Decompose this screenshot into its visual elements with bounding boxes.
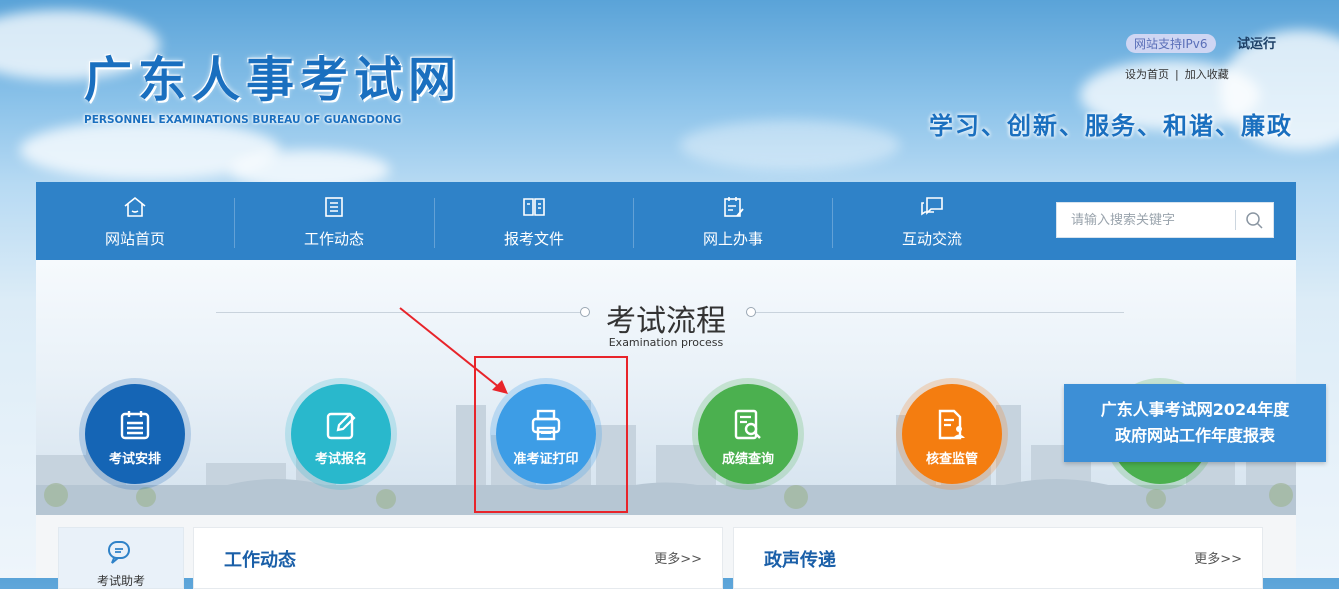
link-separator: | [1175,68,1179,81]
annual-report-banner[interactable]: 广东人事考试网2024年度 政府网站工作年度报表 [1064,384,1326,462]
step-exam-registration[interactable]: 考试报名 [285,378,397,490]
edit-icon [326,412,356,440]
step-label: 核查监管 [925,452,978,467]
add-favorite-link[interactable]: 加入收藏 [1185,68,1229,81]
exam-assist-card[interactable]: 考试助考 [58,527,184,589]
message-icon [108,541,130,564]
annotation-highlight-box [474,356,628,513]
step-exam-schedule[interactable]: 考试安排 [79,378,191,490]
exam-assist-label: 考试助考 [96,574,145,588]
book-icon [523,198,545,216]
report-title-line2: 政府网站工作年度报表 [1114,426,1275,445]
home-icon [124,196,146,217]
nav-item-label: 工作动态 [303,230,364,248]
nav-item-label: 网站首页 [104,230,165,248]
panel-title: 政声传递 [764,550,836,571]
more-link[interactable]: 更多>> [654,548,702,567]
more-link[interactable]: 更多>> [1194,548,1242,567]
panel-title: 工作动态 [224,550,296,571]
search-icon[interactable] [1241,208,1267,232]
step-label: 成绩查询 [721,452,774,467]
nav-item-exam-docs[interactable]: 报考文件 [435,182,633,260]
policy-voice-panel: 政声传递 更多>> [733,527,1263,589]
nav-item-home[interactable]: 网站首页 [36,182,234,260]
site-logo-title[interactable]: 广东人事考试网 [84,40,462,110]
step-circle: 考试报名 [291,384,391,484]
step-circle: 核查监管 [902,384,1002,484]
work-news-panel: 工作动态 更多>> [193,527,723,589]
document-search-icon [734,409,761,440]
clipboard-icon [724,197,744,217]
step-circle: 成绩查询 [698,384,798,484]
step-label: 考试报名 [314,452,367,467]
calendar-icon [120,411,150,440]
set-home-link[interactable]: 设为首页 [1125,68,1169,81]
nav-item-online-services[interactable]: 网上办事 [634,182,832,260]
process-title: 考试流程 [606,304,726,339]
step-circle: 考试安排 [85,384,185,484]
nav-item-label: 互动交流 [901,230,962,248]
nav-item-label: 报考文件 [503,230,564,248]
nav-item-work-news[interactable]: 工作动态 [235,182,433,260]
search-input[interactable] [1057,203,1263,237]
search-divider [1235,210,1236,230]
document-user-icon [938,409,965,440]
nav-item-interaction[interactable]: 互动交流 [833,182,1031,260]
site-slogan: 学习、创新、服务、和谐、廉政 [929,111,1293,140]
report-title-line1: 广东人事考试网2024年度 [1100,400,1290,419]
top-links: 设为首页 | 加入收藏 [1125,66,1229,82]
step-score-inquiry[interactable]: 成绩查询 [692,378,804,490]
process-subtitle: Examination process [608,336,724,349]
chat-icon [921,197,943,216]
content-area: 考试助考 工作动态 更多>> 政声传递 更多>> [36,515,1296,589]
list-icon [325,197,343,217]
ipv6-badge: 网站支持IPv6 [1126,34,1216,53]
step-label: 考试安排 [108,452,161,467]
step-verification-supervision[interactable]: 核查监管 [896,378,1008,490]
trial-label: 试运行 [1237,37,1277,52]
site-logo-subtitle: PERSONNEL EXAMINATIONS BUREAU OF GUANGDO… [84,114,402,126]
site-header: 广东人事考试网 PERSONNEL EXAMINATIONS BUREAU OF… [0,0,1339,180]
nav-item-label: 网上办事 [702,230,763,248]
main-nav: 网站首页 工作动态 报考文件 网上办事 互动交流 [36,182,1296,260]
search-box [1056,202,1274,238]
